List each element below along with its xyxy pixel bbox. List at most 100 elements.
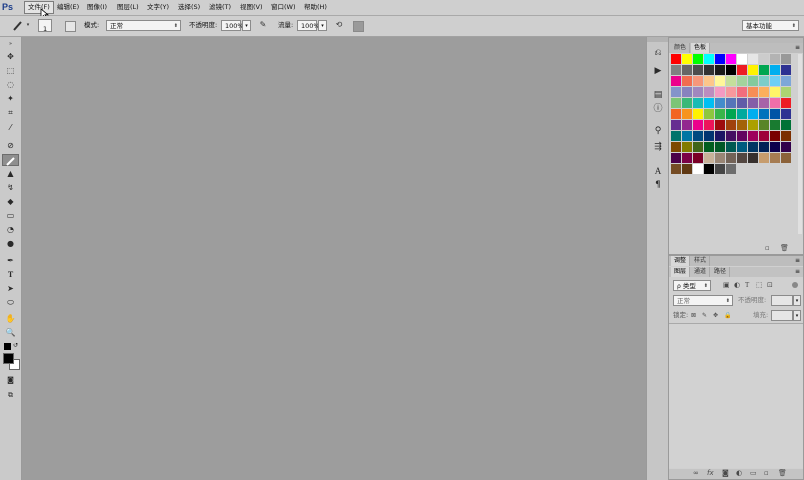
color-swatch[interactable] <box>682 164 692 174</box>
brush-panel-icon[interactable]: ⇶ <box>650 141 666 154</box>
color-swatch[interactable] <box>781 131 791 141</box>
brush-tool-icon[interactable] <box>2 154 19 166</box>
swap-colors-icon[interactable]: ↺ <box>13 342 18 349</box>
quick-mask-icon[interactable]: ◙ <box>2 374 19 386</box>
color-swatch[interactable] <box>715 98 725 108</box>
color-swatch[interactable] <box>715 131 725 141</box>
tab-swatches[interactable]: 色板 <box>691 43 711 53</box>
delete-swatch-icon[interactable]: 🗑 <box>780 244 789 253</box>
color-swatch[interactable] <box>704 65 714 75</box>
dock-grip[interactable] <box>647 37 669 42</box>
layers-panel-menu-icon[interactable]: ≡ <box>795 268 800 275</box>
brush-tool-preset-icon[interactable] <box>11 19 25 35</box>
color-swatch[interactable] <box>671 164 681 174</box>
color-swatch[interactable] <box>726 153 736 163</box>
color-swatch[interactable] <box>748 142 758 152</box>
lasso-tool-icon[interactable]: ◌ <box>2 79 19 91</box>
actions-panel-icon[interactable]: ▶ <box>650 65 666 78</box>
link-layers-icon[interactable]: ∞ <box>693 469 699 478</box>
menu-help[interactable]: 帮助(H) <box>301 2 330 13</box>
color-swatch[interactable] <box>693 98 703 108</box>
menu-file[interactable]: 文件(F) <box>24 1 54 14</box>
tablet-pressure-size-icon[interactable] <box>353 21 364 32</box>
color-swatch[interactable] <box>715 120 725 130</box>
color-swatch[interactable] <box>715 142 725 152</box>
color-swatch[interactable] <box>682 65 692 75</box>
color-swatch[interactable] <box>748 65 758 75</box>
color-swatch[interactable] <box>770 65 780 75</box>
layer-filter-select[interactable]: ρ 类型 ⬍ <box>673 280 711 291</box>
color-swatch[interactable] <box>737 120 747 130</box>
layer-comps-icon[interactable]: ▤ <box>650 89 666 102</box>
menu-select[interactable]: 选择(S) <box>175 2 203 13</box>
color-swatch[interactable] <box>770 87 780 97</box>
color-swatch[interactable] <box>671 131 681 141</box>
flow-dropdown-icon[interactable]: ▾ <box>318 20 327 31</box>
color-swatch[interactable] <box>704 76 714 86</box>
color-swatch[interactable] <box>748 54 758 64</box>
color-swatch[interactable] <box>781 109 791 119</box>
lock-all-icon[interactable]: 🔒 <box>724 311 731 320</box>
new-group-icon[interactable]: ▭ <box>750 469 757 478</box>
brush-size-field[interactable]: 1 <box>38 19 52 33</box>
airbrush-icon[interactable]: ⟲ <box>333 19 345 31</box>
color-swatch[interactable] <box>726 131 736 141</box>
flow-field[interactable]: 100% <box>297 20 320 31</box>
new-layer-icon[interactable]: ▫ <box>764 469 769 478</box>
color-swatch[interactable] <box>781 98 791 108</box>
color-swatch[interactable] <box>715 109 725 119</box>
type-tool-icon[interactable]: T <box>2 269 19 281</box>
menu-window[interactable]: 窗口(W) <box>268 2 299 13</box>
brush-presets-icon[interactable]: ⚲ <box>650 125 666 138</box>
color-swatch[interactable] <box>759 120 769 130</box>
menu-image[interactable]: 图像(I) <box>84 2 110 13</box>
document-area[interactable] <box>22 37 646 480</box>
color-swatch[interactable] <box>682 142 692 152</box>
color-swatch[interactable] <box>770 131 780 141</box>
color-swatch[interactable] <box>693 87 703 97</box>
fill-dropdown-icon[interactable]: ▾ <box>793 310 801 321</box>
color-swatch[interactable] <box>759 142 769 152</box>
filter-toggle-icon[interactable] <box>792 282 798 288</box>
brush-panel-toggle-icon[interactable] <box>65 21 76 32</box>
color-swatch[interactable] <box>748 120 758 130</box>
color-swatch[interactable] <box>781 120 791 130</box>
layers-list[interactable] <box>669 324 803 468</box>
color-swatch[interactable] <box>693 164 703 174</box>
add-mask-icon[interactable]: ◙ <box>722 469 729 478</box>
opacity-dropdown-icon[interactable]: ▾ <box>242 20 251 31</box>
color-swatch[interactable] <box>715 54 725 64</box>
lock-position-icon[interactable]: ✥ <box>713 311 718 320</box>
color-swatch[interactable] <box>726 164 736 174</box>
color-swatch[interactable] <box>671 98 681 108</box>
color-swatch[interactable] <box>737 98 747 108</box>
preset-dropdown-icon[interactable]: ▾ <box>25 19 31 31</box>
tab-adjustments[interactable]: 调整 <box>671 256 691 266</box>
crop-tool-icon[interactable]: ⌗ <box>2 107 19 119</box>
color-swatch[interactable] <box>693 76 703 86</box>
healing-brush-tool-icon[interactable]: ⊘ <box>2 140 19 152</box>
color-swatch[interactable] <box>770 153 780 163</box>
color-swatch[interactable] <box>682 54 692 64</box>
color-swatch[interactable] <box>770 142 780 152</box>
color-swatch[interactable] <box>726 142 736 152</box>
color-swatch[interactable] <box>759 153 769 163</box>
color-swatch[interactable] <box>693 131 703 141</box>
quick-select-tool-icon[interactable]: ✦ <box>2 93 19 105</box>
zoom-tool-icon[interactable]: 🔍 <box>2 327 19 339</box>
color-swatch[interactable] <box>671 120 681 130</box>
color-swatch[interactable] <box>770 109 780 119</box>
fill-field[interactable] <box>771 310 793 321</box>
color-swatch[interactable] <box>726 65 736 75</box>
color-swatch[interactable] <box>770 54 780 64</box>
color-swatch[interactable] <box>682 87 692 97</box>
character-panel-icon[interactable]: A <box>650 165 666 178</box>
menu-edit[interactable]: 编辑(E) <box>54 2 82 13</box>
eyedropper-tool-icon[interactable]: ⁄ <box>2 122 19 134</box>
color-swatch[interactable] <box>704 153 714 163</box>
color-swatch[interactable] <box>693 54 703 64</box>
blend-mode-select[interactable]: 正常 ⬍ <box>673 295 733 306</box>
color-swatch[interactable] <box>682 98 692 108</box>
panel-menu-icon[interactable]: ≡ <box>795 44 800 51</box>
color-swatch[interactable] <box>693 142 703 152</box>
